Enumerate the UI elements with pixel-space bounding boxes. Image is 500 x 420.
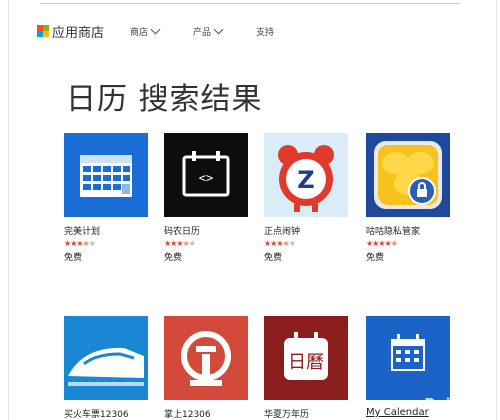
- chevron-down-icon: [213, 24, 224, 35]
- app-tile-wanmei[interactable]: 完美计划 ★★★★★ 免费: [64, 133, 148, 263]
- rating-stars: ★★★★★: [64, 239, 96, 248]
- nav-products-label: 产品: [193, 27, 212, 38]
- nav-products[interactable]: 产品: [193, 24, 224, 38]
- app-price: 免费: [164, 253, 183, 263]
- app-price: 免费: [264, 253, 283, 263]
- app-price: 免费: [366, 253, 385, 263]
- app-name: 完美计划: [64, 227, 101, 237]
- top-nav: 应用商店 商店 产品 支持: [37, 22, 308, 41]
- left-border: [8, 0, 9, 420]
- alarm-clock-icon: Z: [264, 133, 348, 217]
- app-tile-zhangshang-12306[interactable]: 掌上12306: [164, 316, 248, 420]
- nav-store[interactable]: 商店: [130, 24, 161, 38]
- railway-logo-icon: [164, 316, 248, 400]
- app-name: 买火车票12306: [64, 410, 129, 420]
- chevron-down-icon: [150, 24, 161, 35]
- baidu-watermark: Bai 经验: [424, 395, 486, 413]
- app-price: 免费: [64, 253, 83, 263]
- bullet-train-icon: [64, 316, 148, 400]
- flower-lock-icon: [366, 133, 450, 217]
- store-logo-text: 应用商店: [52, 25, 105, 41]
- svg-text:日曆: 日曆: [288, 352, 324, 373]
- app-tile-huaxia-calendar[interactable]: 日曆 华夏万年历: [264, 316, 348, 420]
- app-name: 掌上12306: [164, 410, 211, 420]
- svg-text:<>: <>: [199, 171, 213, 185]
- app-tile-zhengdian[interactable]: Z 正点闹钟 ★★★★★ 免费: [264, 133, 348, 263]
- svg-text:Z: Z: [297, 166, 314, 194]
- chinese-calendar-icon: 日曆: [264, 316, 348, 400]
- app-tile-gugu[interactable]: 咕咕隐私管家 ★★★★★ 免费: [366, 133, 450, 263]
- app-name: 华夏万年历: [264, 410, 310, 420]
- store-logo[interactable]: 应用商店: [37, 22, 104, 41]
- nav-support-label: 支持: [256, 27, 275, 38]
- code-calendar-icon: <>: [164, 133, 248, 217]
- calendar-grid-icon: [64, 133, 148, 217]
- calendar-icon: [366, 316, 450, 400]
- app-name: 咕咕隐私管家: [366, 227, 421, 237]
- rating-stars: ★★★★★: [264, 239, 296, 248]
- app-tile-manong[interactable]: <> 码农日历 ★★★★★ 免费: [164, 133, 248, 263]
- app-name: 正点闹钟: [264, 227, 301, 237]
- app-tile-buy-train-ticket[interactable]: 买火车票12306: [64, 316, 148, 420]
- nav-store-label: 商店: [130, 27, 149, 38]
- page-title: 日历 搜索结果: [66, 82, 263, 117]
- nav-support[interactable]: 支持: [256, 25, 274, 38]
- rating-stars: ★★★★★: [164, 239, 196, 248]
- windows-store-icon: [37, 25, 49, 37]
- top-divider: [40, 3, 460, 4]
- rating-stars: ★★★★★: [366, 239, 398, 248]
- app-name: 码农日历: [164, 227, 201, 237]
- right-border: [496, 0, 497, 420]
